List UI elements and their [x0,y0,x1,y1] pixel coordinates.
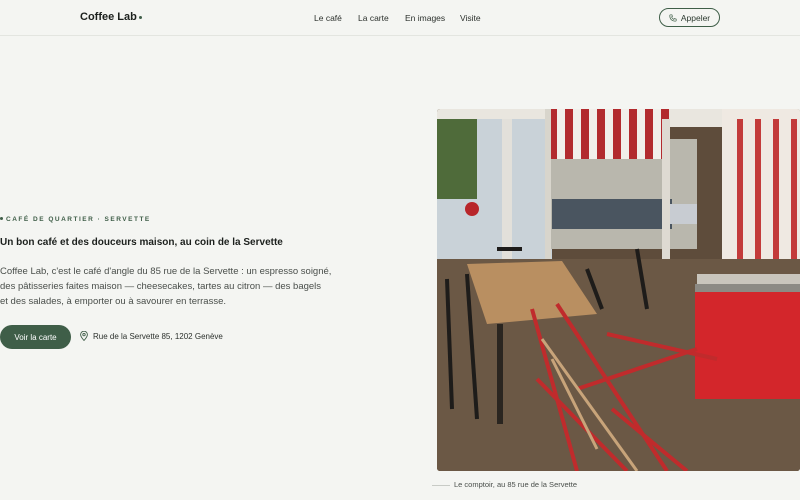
hero-kicker-text: CAFÉ DE QUARTIER · SERVETTE [6,216,151,223]
nav-link-le-cafe[interactable]: Le café [314,13,342,23]
address-text: Rue de la Servette 85, 1202 Genève [93,331,223,341]
see-menu-button[interactable]: Voir la carte [0,325,71,349]
nav-link-la-carte[interactable]: La carte [358,13,389,23]
brand-dot-icon [138,16,142,19]
hero-paragraph: Coffee Lab, c'est le café d'angle du 85 … [0,264,332,309]
brand-name[interactable]: Coffee Lab [80,11,137,23]
caption-divider [432,485,450,486]
hero-paragraph-line: et des salades, à emporter ou à savourer… [0,296,227,307]
map-pin-icon [80,331,88,341]
hero-headline: Un bon café et des douceurs maison, au c… [0,237,283,248]
top-nav: Coffee Lab Le café La carte En images Vi… [0,0,800,36]
address[interactable]: Rue de la Servette 85, 1202 Genève [80,331,223,341]
brand-logo[interactable]: Coffee Lab [80,11,142,23]
nav-link-en-images[interactable]: En images [405,13,445,23]
hero-paragraph-line: des pâtisseries faites maison — cheeseca… [0,281,322,292]
hero-kicker: CAFÉ DE QUARTIER · SERVETTE [0,216,151,223]
cafe-interior-photo [437,109,800,471]
nav-link-visite[interactable]: Visite [460,13,481,23]
photo-caption: Le comptoir, au 85 rue de la Servette [454,480,577,489]
phone-icon [669,13,677,22]
kicker-dot-icon [0,217,3,220]
call-button-label: Appeler [680,12,711,23]
call-button[interactable]: Appeler [659,8,720,27]
hero-paragraph-line: Coffee Lab, c'est le café d'angle du 85 … [0,266,332,277]
